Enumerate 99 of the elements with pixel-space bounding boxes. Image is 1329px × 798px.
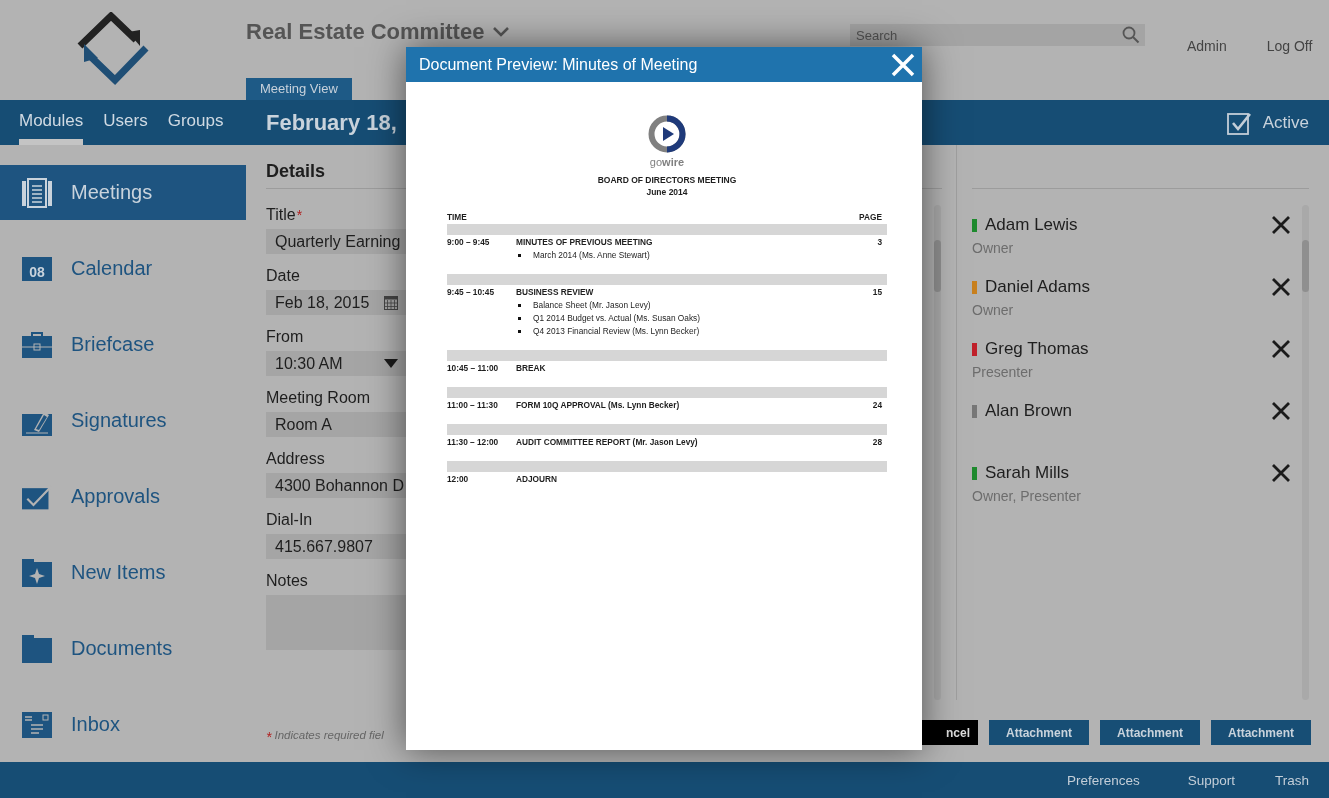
view-tab[interactable]: Meeting View <box>246 78 352 100</box>
sidebar-item[interactable]: Meetings <box>0 165 246 220</box>
nav-tab[interactable]: Modules <box>19 100 84 145</box>
brand-name: gowire <box>649 156 685 169</box>
attendee-role: Owner <box>972 302 1015 318</box>
notes-field[interactable] <box>266 595 406 650</box>
caret-down-icon <box>384 359 398 368</box>
page-number: 3 <box>877 236 883 249</box>
dialog-title: Document Preview: Minutes of Meeting <box>419 55 698 74</box>
scrollbar[interactable] <box>934 205 941 700</box>
input-field[interactable]: Room A <box>266 412 406 437</box>
scrollbar[interactable] <box>1302 205 1309 700</box>
field-label: Meeting Room <box>266 388 371 408</box>
nav-tab[interactable]: Users <box>103 100 148 145</box>
column-header: PAGE <box>859 211 882 224</box>
nav-tab[interactable]: Groups <box>167 100 224 145</box>
bullet-icon <box>518 304 521 307</box>
committee-title: Real Estate Committee <box>246 20 485 44</box>
agenda-item: MINUTES OF PREVIOUS MEETING <box>516 236 653 249</box>
footer-link[interactable]: Preferences <box>1066 772 1140 788</box>
agenda-time: 10:45 – 11:00 <box>447 362 500 375</box>
header-link[interactable]: Log Off <box>1266 38 1313 54</box>
field-label: Dial-In <box>266 510 313 530</box>
agenda-subitem: Balance Sheet (Mr. Jason Levy) <box>533 299 651 312</box>
agenda-time: 11:30 – 12:00 <box>447 436 500 449</box>
agenda-subitem: Q1 2014 Budget vs. Actual (Ms. Susan Oaks) <box>533 312 700 325</box>
required-mark: * <box>266 729 272 745</box>
inbox-icon <box>22 711 52 738</box>
sidebar-item[interactable]: Inbox <box>0 697 246 752</box>
page-number: 24 <box>872 399 883 412</box>
folder-sparkle-icon <box>22 558 52 587</box>
document-icon <box>22 177 52 208</box>
briefcase-icon <box>22 330 52 359</box>
cancel-button[interactable]: ncel <box>922 720 978 745</box>
input-field[interactable]: 4300 Bohannon D <box>266 473 406 498</box>
close-icon[interactable] <box>1272 216 1290 234</box>
agenda-subitem: Q4 2013 Financial Review (Ms. Lynn Becker) <box>533 325 700 338</box>
agenda-item: BUSINESS REVIEW <box>516 286 594 299</box>
close-icon[interactable] <box>1272 278 1290 296</box>
agenda-time: 11:00 – 11:30 <box>447 399 499 412</box>
page-number: 28 <box>872 436 883 449</box>
attendee-name: Daniel Adams <box>985 277 1090 297</box>
field-label: Title <box>266 205 296 225</box>
header-link[interactable]: Admin <box>1187 38 1227 54</box>
bullet-icon <box>518 317 521 320</box>
date-heading: February 18, <box>265 109 397 136</box>
attachment-button[interactable]: Attachment <box>989 720 1089 745</box>
agenda-time: 12:00 <box>447 473 470 486</box>
agenda-item: BREAK <box>516 362 546 375</box>
document-title: BOARD OF DIRECTORS MEETING <box>597 174 737 186</box>
footer-link[interactable]: Support <box>1187 772 1235 788</box>
attendee-name: Sarah Mills <box>985 463 1070 483</box>
field-label: From <box>266 327 304 347</box>
input-field[interactable]: 415.667.9807 <box>266 534 406 559</box>
play-logo-icon <box>648 115 686 153</box>
agenda-subitem: March 2014 (Ms. Anne Stewart) <box>533 249 650 262</box>
attendee-role: Owner <box>972 240 1015 256</box>
required-mark: * <box>296 206 303 225</box>
bullet-icon <box>518 330 521 333</box>
chevron-down-icon[interactable] <box>492 26 511 38</box>
close-icon[interactable] <box>1272 402 1290 420</box>
field-label: Date <box>266 266 300 286</box>
sidebar-item[interactable]: New Items <box>0 545 246 600</box>
footer-link[interactable]: Trash <box>1275 772 1309 788</box>
close-icon[interactable] <box>1272 340 1290 358</box>
attachment-button[interactable]: Attachment <box>1100 720 1200 745</box>
attendee-role: Owner, Presenter <box>972 488 1082 504</box>
date-field[interactable]: Feb 18, 2015 <box>266 290 406 315</box>
field-label: Address <box>266 449 325 469</box>
footnote: Indicates required fiel <box>274 729 384 743</box>
agenda-time: 9:45 – 10:45 <box>447 286 496 299</box>
folder-icon <box>22 634 52 663</box>
active-label: Active <box>1262 112 1309 133</box>
attendee-name: Adam Lewis <box>985 215 1078 235</box>
attendee-name: Greg Thomas <box>985 339 1089 359</box>
dropdown[interactable]: 10:30 AM <box>266 351 406 376</box>
search-icon[interactable] <box>1122 26 1140 44</box>
agenda-item: AUDIT COMMITTEE REPORT (Mr. Jason Levy) <box>516 436 698 449</box>
input-field[interactable]: Quarterly Earning <box>266 229 406 254</box>
attendee-role: Presenter <box>972 364 1034 380</box>
checkbox[interactable] <box>1226 110 1251 135</box>
page-number: 15 <box>872 286 883 299</box>
calendar-icon: 08 <box>22 256 52 281</box>
agenda-item: FORM 10Q APPROVAL (Ms. Lynn Becker) <box>516 399 680 412</box>
bullet-icon <box>518 254 521 257</box>
sidebar-item[interactable]: Briefcase <box>0 317 246 372</box>
document-subtitle: June 2014 <box>646 186 688 198</box>
sidebar-item[interactable]: Signatures <box>0 393 246 448</box>
column-header: TIME <box>447 211 467 224</box>
agenda-item: ADJOURN <box>516 473 558 486</box>
attendee-name: Alan Brown <box>985 401 1072 421</box>
sidebar-item[interactable]: Documents <box>0 621 246 676</box>
attachment-button[interactable]: Attachment <box>1211 720 1311 745</box>
close-icon[interactable] <box>1272 464 1290 482</box>
sidebar-item[interactable]: Approvals <box>0 469 246 524</box>
calendar-icon[interactable] <box>384 295 398 310</box>
field-label: Notes <box>266 571 308 591</box>
sidebar-item[interactable]: 08 Calendar <box>0 241 246 296</box>
agenda-time: 9:00 – 9:45 <box>447 236 491 249</box>
